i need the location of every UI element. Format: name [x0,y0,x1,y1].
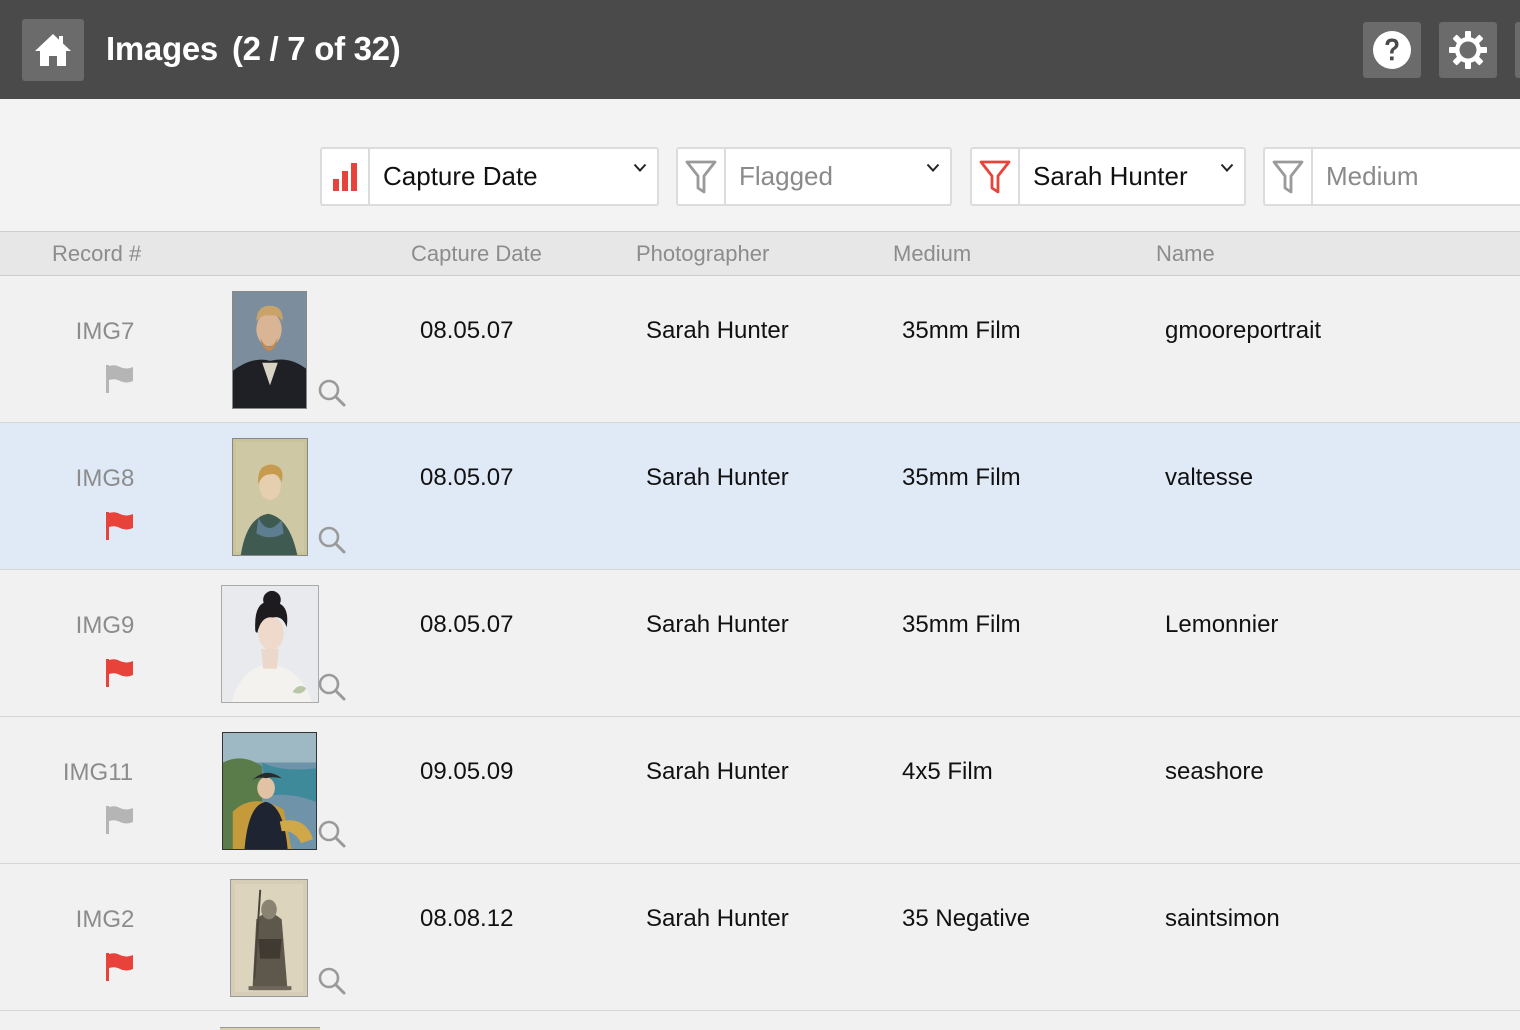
overflow-button[interactable] [1515,22,1520,78]
name-cell: Lemonnier [1165,611,1279,638]
app-header: Images (2 / 7 of 32) [0,0,1520,99]
table-row[interactable]: IMG8 08.05.07 Sarah Hunter 35mm Film val… [0,423,1520,570]
table-row[interactable]: IMG2 08.08.12 Sarah Hunter 35 Negative s… [0,864,1520,1011]
name-cell: gmooreportrait [1165,317,1322,344]
flag-icon[interactable] [105,952,135,982]
image-thumbnail[interactable] [230,879,308,997]
record-id: IMG8 [75,465,135,492]
table-header: Record # Capture Date Photographer Mediu… [0,232,1520,276]
page-title: Images (2 / 7 of 32) [106,30,401,74]
filter-icon [685,160,717,193]
photographer-cell: Sarah Hunter [646,905,789,932]
image-thumbnail[interactable] [232,291,307,409]
capture-date-cell: 09.05.09 [420,758,514,785]
chevron-down-icon [623,149,657,204]
table-row[interactable]: IMG11 09.05.09 Sarah Hunter 4x5 Film sea… [0,717,1520,864]
flag-icon[interactable] [105,658,135,688]
photographer-cell: Sarah Hunter [646,464,789,491]
zoom-icon[interactable] [317,966,347,996]
filter-icon-box [1265,149,1313,204]
flag-icon[interactable] [105,364,135,394]
settings-button[interactable] [1439,22,1497,78]
medium-cell: 35mm Film [902,317,1021,344]
zoom-icon[interactable] [317,672,347,702]
chevron-down-icon [1210,149,1244,204]
filter-icon-box [678,149,726,204]
photographer-cell: Sarah Hunter [646,758,789,785]
column-header-name[interactable]: Name [1156,241,1215,267]
home-icon [35,34,71,66]
medium-filter-label: Medium [1326,161,1419,191]
record-id: IMG7 [75,318,135,345]
name-cell: saintsimon [1165,905,1280,932]
photographer-cell: Sarah Hunter [646,317,789,344]
filter-toolbar: Capture Date Flagged Sarah Hunter Medium [0,99,1520,232]
column-header-record[interactable]: Record # [52,241,141,267]
gear-icon [1449,31,1487,69]
medium-cell: 35 Negative [902,905,1031,932]
name-cell: valtesse [1165,464,1254,491]
record-id: IMG2 [75,906,135,933]
sort-dropdown-label: Capture Date [383,161,538,191]
capture-date-cell: 08.08.12 [420,905,514,932]
flagged-filter-label: Flagged [739,161,833,191]
filter-icon [979,160,1011,193]
medium-cell: 35mm Film [902,611,1021,638]
bar-chart-icon [333,162,357,191]
record-id: IMG9 [75,612,135,639]
name-cell: seashore [1165,758,1264,785]
table-row-partial[interactable] [0,1011,1520,1030]
image-thumbnail[interactable] [221,585,319,703]
table-row[interactable]: IMG7 08.05.07 Sarah Hunter 35mm Film gmo… [0,276,1520,423]
medium-cell: 4x5 Film [902,758,993,785]
column-header-photographer[interactable]: Photographer [636,241,769,267]
chevron-down-icon [916,149,950,204]
zoom-icon[interactable] [317,378,347,408]
zoom-icon[interactable] [317,525,347,555]
medium-filter-dropdown[interactable]: Medium [1263,147,1520,206]
record-id: IMG11 [62,759,134,786]
sort-dropdown[interactable]: Capture Date [320,147,659,206]
sort-icon-box [322,149,370,204]
flag-icon[interactable] [105,511,135,541]
filter-icon [1272,160,1304,193]
table-row[interactable]: IMG9 08.05.07 Sarah Hunter 35mm Film Lem… [0,570,1520,717]
capture-date-cell: 08.05.07 [420,464,514,491]
capture-date-cell: 08.05.07 [420,317,514,344]
photographer-filter-label: Sarah Hunter [1033,161,1188,191]
help-icon [1373,31,1411,69]
capture-date-cell: 08.05.07 [420,611,514,638]
help-button[interactable] [1363,22,1421,78]
flagged-filter-dropdown[interactable]: Flagged [676,147,952,206]
flag-icon[interactable] [105,805,135,835]
photographer-filter-dropdown[interactable]: Sarah Hunter [970,147,1246,206]
image-list: IMG7 08.05.07 Sarah Hunter 35mm Film gmo… [0,276,1520,1030]
column-header-medium[interactable]: Medium [893,241,971,267]
column-header-capture-date[interactable]: Capture Date [411,241,542,267]
image-thumbnail[interactable] [222,732,317,850]
record-count: (2 / 7 of 32) [231,30,401,67]
filter-icon-box [972,149,1020,204]
home-button[interactable] [22,19,84,81]
page-title-text: Images [106,30,218,67]
zoom-icon[interactable] [317,819,347,849]
image-thumbnail[interactable] [232,438,308,556]
medium-cell: 35mm Film [902,464,1021,491]
photographer-cell: Sarah Hunter [646,611,789,638]
